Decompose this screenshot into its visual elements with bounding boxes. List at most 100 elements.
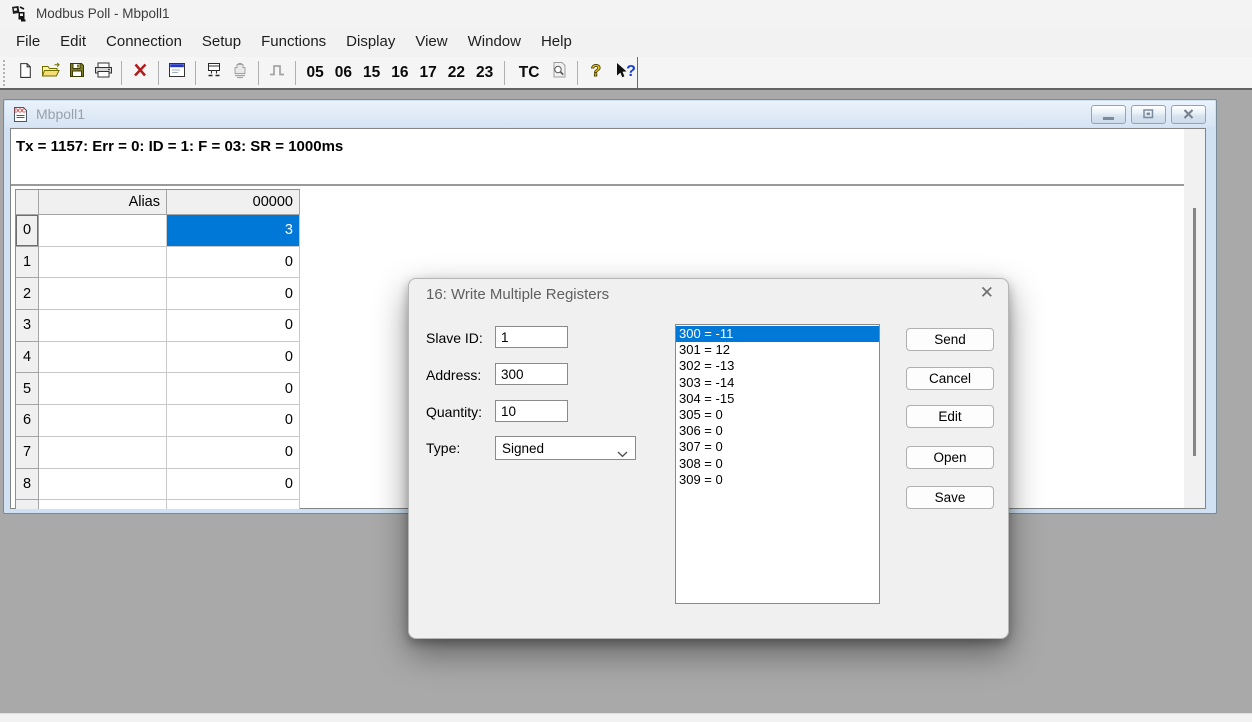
row-header-cell[interactable]: 6 [16,405,39,437]
row-header-cell[interactable]: 5 [16,373,39,405]
edit-button[interactable]: Edit [906,405,994,428]
value-cell[interactable]: 0 [167,342,300,374]
communication-traffic-disabled-icon [231,62,249,84]
alias-cell[interactable] [39,247,167,279]
test-center-button[interactable]: TC [510,64,547,82]
alias-cell [39,500,167,509]
svg-text:?: ? [627,63,637,80]
register-list-item[interactable]: 306 = 0 [676,423,879,439]
send-button[interactable]: Send [906,328,994,351]
row-header-cell[interactable]: 4 [16,342,39,374]
row-header-cell[interactable]: 3 [16,310,39,342]
alias-column-header[interactable]: Alias [39,190,167,215]
value-column-header[interactable]: 00000 [167,190,300,215]
register-list-item[interactable]: 308 = 0 [676,456,879,472]
row-header-cell[interactable]: 1 [16,247,39,279]
function-code-button[interactable]: 05 [301,64,329,82]
function-code-button[interactable]: 16 [386,64,414,82]
new-file-button[interactable] [12,60,38,86]
value-cell[interactable]: 0 [167,437,300,469]
zoom-document-button[interactable] [546,60,572,86]
function-code-button[interactable]: 15 [358,64,386,82]
pulse-button[interactable] [264,60,290,86]
print-button[interactable] [90,60,116,86]
alias-cell[interactable] [39,373,167,405]
dialog-close-icon[interactable]: ✕ [980,283,994,303]
mdi-client-area: DOC Mbpoll1 Tx = 1157: Err = 0: ID = 1: … [0,90,1252,713]
menu-item[interactable]: Edit [50,28,96,55]
svg-text:?: ? [591,61,601,80]
about-help-icon: ? [589,61,603,85]
grid-corner-cell[interactable] [16,190,39,215]
delete-button[interactable] [127,60,153,86]
alias-cell[interactable] [39,405,167,437]
menu-item[interactable]: View [405,28,457,55]
menu-item[interactable]: Help [531,28,582,55]
type-select[interactable]: Signed [495,436,636,460]
read-write-definition-icon [168,62,186,83]
register-list-item[interactable]: 307 = 0 [676,439,879,455]
menu-item[interactable]: Window [458,28,531,55]
save-file-button[interactable] [64,60,90,86]
minimize-button[interactable] [1091,105,1126,124]
function-code-button[interactable]: 06 [329,64,357,82]
grid-header-row: Alias 00000 [16,190,300,215]
restore-button[interactable] [1131,105,1166,124]
table-row: 2 0 [16,278,300,310]
menu-item[interactable]: Functions [251,28,336,55]
quantity-input[interactable] [495,400,568,422]
row-header-cell[interactable]: 0 [16,215,39,247]
row-header-cell[interactable]: 8 [16,469,39,501]
row-header-cell[interactable]: 7 [16,437,39,469]
function-code-button[interactable]: 22 [442,64,470,82]
menu-item[interactable]: File [6,28,50,55]
open-button[interactable]: Open [906,446,994,469]
vertical-scrollbar[interactable] [1184,129,1205,508]
register-list-item[interactable]: 305 = 0 [676,407,879,423]
close-button[interactable] [1171,105,1206,124]
value-cell[interactable]: 0 [167,278,300,310]
function-code-button[interactable]: 17 [414,64,442,82]
child-titlebar[interactable]: DOC Mbpoll1 [5,101,1215,127]
menu-item[interactable]: Setup [192,28,251,55]
alias-cell[interactable] [39,215,167,247]
slave-id-input[interactable] [495,326,568,348]
menu-item[interactable]: Display [336,28,405,55]
register-list-item[interactable]: 302 = -13 [676,358,879,374]
register-list-item[interactable]: 309 = 0 [676,472,879,488]
communication-traffic-button[interactable] [227,60,253,86]
function-code-button[interactable]: 23 [471,64,499,82]
row-header-cell[interactable]: 2 [16,278,39,310]
alias-cell[interactable] [39,278,167,310]
register-list-item[interactable]: 304 = -15 [676,391,879,407]
scrollbar-thumb[interactable] [1193,208,1196,456]
alias-cell[interactable] [39,437,167,469]
alias-cell[interactable] [39,469,167,501]
value-cell[interactable]: 0 [167,405,300,437]
save-button[interactable]: Save [906,486,994,509]
main-titlebar: Modbus Poll - Mbpoll1 [0,0,1252,26]
register-list-item[interactable]: 301 = 12 [676,342,879,358]
value-cell[interactable]: 0 [167,469,300,501]
toolbar-grip[interactable] [3,60,7,86]
register-list[interactable]: 300 = -11301 = 12302 = -13303 = -14304 =… [675,324,880,604]
window-title: Modbus Poll - Mbpoll1 [36,6,170,21]
address-input[interactable] [495,363,568,385]
value-cell[interactable]: 0 [167,373,300,405]
read-write-definition-button[interactable] [164,60,190,86]
alias-cell[interactable] [39,342,167,374]
register-list-item[interactable]: 303 = -14 [676,375,879,391]
context-help-icon: ? [613,61,637,85]
alias-cell[interactable] [39,310,167,342]
register-list-item[interactable]: 300 = -11 [676,326,879,342]
open-file-button[interactable] [38,60,64,86]
value-cell[interactable]: 0 [167,247,300,279]
cancel-button[interactable]: Cancel [906,367,994,390]
value-cell[interactable]: 3 [167,215,300,247]
about-help-button[interactable]: ? [583,60,609,86]
register-grid: Alias 00000 0 3 1 [15,189,300,509]
communication-button[interactable] [201,60,227,86]
row-header-cell [16,500,39,509]
menu-item[interactable]: Connection [96,28,192,55]
value-cell[interactable]: 0 [167,310,300,342]
